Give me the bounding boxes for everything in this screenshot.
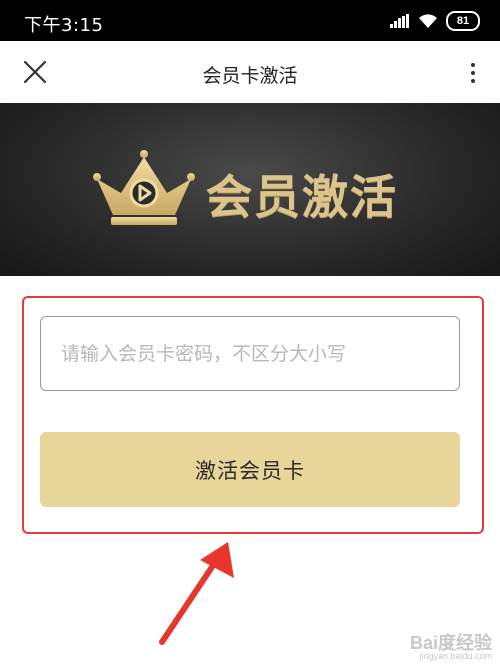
- signal-icon: [390, 14, 409, 28]
- watermark-subtext: jingyan.baidu.com: [419, 651, 492, 661]
- page-title: 会员卡激活: [202, 65, 298, 87]
- password-input[interactable]: [40, 316, 460, 391]
- crown-play-icon: [93, 150, 195, 225]
- battery-level: 81: [456, 15, 470, 27]
- watermark: Bai度经验 jingyan.baidu.com: [410, 634, 492, 661]
- status-icons: 81: [390, 10, 480, 32]
- activate-button[interactable]: 激活会员卡: [40, 432, 460, 507]
- banner: 会员激活: [0, 103, 500, 276]
- wifi-icon: [419, 14, 437, 28]
- battery-icon: 81: [446, 11, 480, 31]
- nav-bar: 会员卡激活: [0, 41, 500, 103]
- watermark-text: Bai度经验: [409, 633, 492, 653]
- status-bar: 下午3:15 81: [0, 0, 500, 41]
- more-vert-icon[interactable]: [468, 61, 478, 85]
- status-time: 下午3:15: [24, 15, 104, 36]
- red-arrow-icon: [159, 542, 234, 645]
- banner-title: 会员激活: [206, 170, 398, 224]
